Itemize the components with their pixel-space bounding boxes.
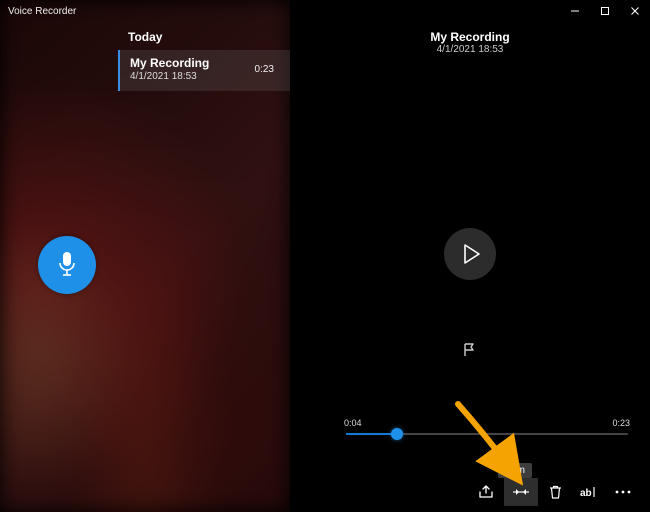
timeline-thumb[interactable]	[391, 428, 403, 440]
playback-timeline[interactable]: 0:04 0:23	[346, 424, 628, 444]
trim-icon	[512, 486, 530, 498]
share-button[interactable]	[470, 478, 504, 506]
title-bar: Voice Recorder	[0, 0, 650, 22]
maximize-icon	[600, 6, 610, 16]
minimize-button[interactable]	[560, 0, 590, 22]
recording-subtitle: 4/1/2021 18:53	[130, 71, 209, 84]
play-icon	[463, 244, 481, 264]
recordings-sidebar: Today My Recording 4/1/2021 18:53 0:23	[0, 0, 290, 512]
action-toolbar: Trim ab	[470, 478, 640, 506]
more-button[interactable]	[606, 478, 640, 506]
delete-button[interactable]	[538, 478, 572, 506]
play-button[interactable]	[444, 228, 496, 280]
maximize-button[interactable]	[590, 0, 620, 22]
record-button[interactable]	[38, 236, 96, 294]
timeline-current-time: 0:04	[344, 418, 362, 428]
minimize-icon	[570, 6, 580, 16]
timeline-total-time: 0:23	[612, 418, 630, 428]
close-icon	[630, 6, 640, 16]
trim-button[interactable]: Trim	[504, 478, 538, 506]
detail-subtitle: 4/1/2021 18:53	[290, 44, 650, 55]
rename-button[interactable]: ab	[572, 478, 606, 506]
rename-icon: ab	[580, 486, 598, 498]
detail-title: My Recording	[290, 30, 650, 44]
svg-text:ab: ab	[580, 488, 592, 498]
app-title: Voice Recorder	[0, 6, 76, 17]
add-marker-button[interactable]	[456, 336, 484, 364]
microphone-icon	[56, 250, 78, 280]
timeline-progress	[346, 433, 397, 435]
recording-duration: 0:23	[255, 64, 280, 75]
close-button[interactable]	[620, 0, 650, 22]
flag-icon	[462, 342, 478, 358]
trim-tooltip: Trim	[498, 463, 532, 478]
ellipsis-icon	[615, 490, 631, 494]
share-icon	[479, 485, 495, 499]
recording-title: My Recording	[130, 56, 209, 71]
trash-icon	[549, 485, 562, 500]
recording-list-item[interactable]: My Recording 4/1/2021 18:53 0:23	[118, 50, 290, 91]
list-section-header: Today	[118, 22, 290, 50]
